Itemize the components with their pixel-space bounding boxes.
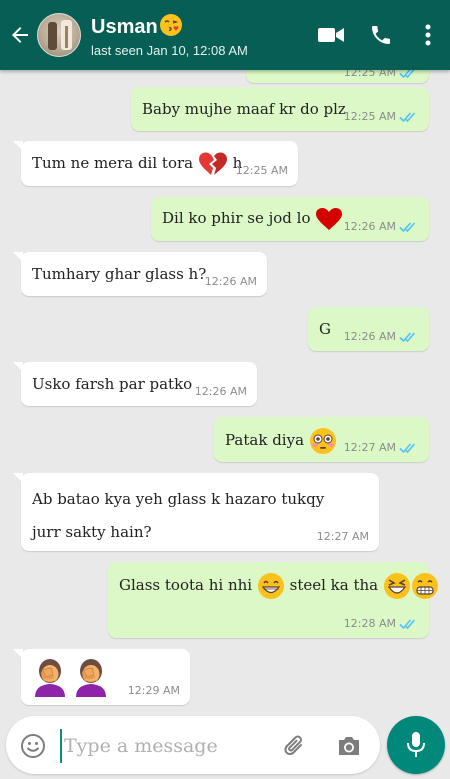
message-text: Baby mujhe maaf kr do plz [142,100,346,118]
message-time: 12:26 AM [204,275,257,288]
broken-heart-emoji [198,152,227,175]
message-outgoing[interactable]: Dil ko phir se jod lo 12:26 AM [151,197,429,241]
message-incoming[interactable]: 12:29 AM [13,649,190,705]
message-incoming[interactable]: Usko farsh par patko 12:26 AM [13,362,257,406]
woman-facepalming-emoji [35,659,65,697]
message-meta: 12:26 AM [195,385,247,398]
red-heart-emoji [316,208,343,230]
message-outgoing[interactable]: 12:25 AM [246,70,429,83]
mic-button[interactable] [387,716,445,774]
mic-icon [407,732,425,757]
message-outgoing[interactable]: G 12:26 AM [308,307,429,351]
message-meta: 12:25 AM [236,164,288,177]
message-text: Tum ne mera dil tora h [32,151,242,177]
message-incoming[interactable]: Tum ne mera dil tora h 12:25 AM [13,141,298,186]
read-ticks-icon [399,70,415,78]
contact-info[interactable]: Usman last seen Jan 10, 12:08 AM [91,13,306,58]
message-text: Ab batao kya yeh glass k hazaro tukqy ju… [32,490,325,541]
message-time: 12:25 AM [343,70,396,79]
chat-header: Usman last seen Jan 10, 12:08 AM [0,0,450,70]
message-time: 12:25 AM [343,110,396,123]
message-outgoing[interactable]: Baby mujhe maaf kr do plz 12:25 AM [131,87,429,131]
message-text: Usko farsh par patko [32,375,193,393]
video-call-icon[interactable] [306,0,356,70]
avatar[interactable] [37,13,81,57]
last-seen-status: last seen Jan 10, 12:08 AM [91,42,248,58]
read-ticks-icon [399,111,416,122]
message-meta: 12:26 AM [205,275,257,288]
woman-facepalming-emoji [75,659,106,697]
message-incoming[interactable]: Tumhary ghar glass h? 12:26 AM [13,252,267,296]
read-ticks-icon [399,221,416,232]
message-meta: 12:26 AM [344,220,419,233]
message-time: 12:28 AM [343,617,396,630]
message-meta: 12:27 AM [344,441,419,454]
read-ticks-icon [399,442,416,453]
message-outgoing[interactable]: Patak diya 12:27 AM [214,417,429,462]
contact-name: Usman [91,15,158,38]
attach-icon[interactable] [282,733,308,759]
read-ticks-icon [399,618,416,629]
message-text: Tumhary ghar glass h? [32,265,207,283]
read-ticks-icon [399,331,416,342]
grinning-face-emoji [257,573,284,599]
message-meta: 12:25 AM [344,70,419,79]
message-text: G [319,320,331,338]
message-meta: 12:25 AM [344,110,419,123]
text-cursor [60,729,62,763]
face-blowing-kiss-emoji [159,13,183,41]
message-time: 12:27 AM [343,441,396,454]
message-meta: 12:26 AM [344,330,419,343]
camera-icon[interactable] [336,733,362,759]
compose-bar [0,710,450,779]
message-text: Glass toota hi nhi steel ka tha [119,572,439,600]
message-time: 12:27 AM [316,530,369,543]
message-composer[interactable] [6,716,380,774]
message-time: 12:29 AM [127,684,180,697]
message-time: 12:25 AM [235,164,288,177]
message-meta: 12:27 AM [317,530,369,543]
grimacing-face-emoji [411,573,438,599]
message-time: 12:26 AM [343,330,396,343]
message-text: Patak diya [225,427,337,455]
message-text: Dil ko phir se jod lo [162,207,343,231]
message-outgoing[interactable]: Glass toota hi nhi steel ka tha 12:28 AM [108,562,438,638]
flushed-face-emoji [309,428,336,454]
message-incoming[interactable]: Ab batao kya yeh glass k hazaro tukqy ju… [13,473,379,551]
emoji-icon[interactable] [20,733,46,759]
voice-call-icon[interactable] [356,0,406,70]
message-meta: 12:29 AM [128,684,180,697]
message-input[interactable] [64,729,274,763]
message-time: 12:26 AM [194,385,247,398]
grinning-squinting-face-emoji [383,573,410,599]
message-meta: 12:28 AM [344,617,419,630]
more-options-icon[interactable] [406,0,450,70]
back-arrow-icon[interactable] [3,0,37,70]
message-text [32,657,109,697]
chat-area[interactable]: 12:25 AM Baby mujhe maaf kr do plz 12:25… [0,70,450,710]
message-time: 12:26 AM [343,220,396,233]
